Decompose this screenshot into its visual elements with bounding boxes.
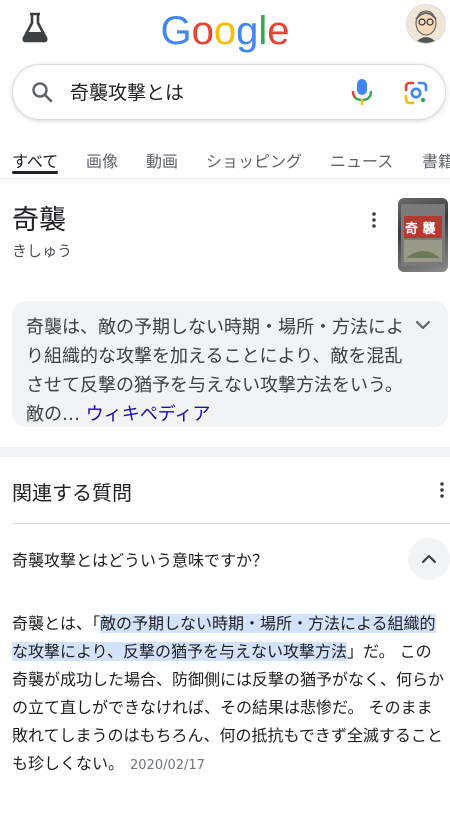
knowledge-image[interactable]: 奇 襲: [398, 198, 448, 272]
answer-suffix: 」だ。 この奇襲が成功した場合、防御側には反撃の猶予がなく、何らかの立て直しがで…: [12, 642, 445, 773]
description-body: 奇襲は、敵の予期しない時期・場所・方法により組織的な攻撃を加えることにより、敵を…: [26, 317, 404, 425]
description-text: 奇襲は、敵の予期しない時期・場所・方法により組織的な攻撃を加えることにより、敵を…: [26, 313, 412, 429]
more-options-icon[interactable]: [432, 480, 450, 500]
more-options-icon[interactable]: [364, 210, 384, 230]
logo-letter: o: [191, 9, 214, 53]
section-separator: [0, 447, 450, 457]
tab-news[interactable]: ニュース: [330, 148, 393, 172]
question-text[interactable]: 奇襲攻撃とはどういう意味ですか？: [12, 547, 268, 571]
google-logo: Google: [0, 8, 450, 54]
logo-letter: o: [213, 9, 237, 53]
tab-shopping[interactable]: ショッピング: [206, 148, 302, 172]
logo-letter: g: [236, 9, 259, 53]
logo-letter: e: [267, 9, 290, 53]
answer-date: 2020/02/17: [130, 758, 205, 773]
avatar[interactable]: [406, 4, 446, 44]
answer-text: 奇襲とは、「敵の予期しない時期・場所・方法による組織的な攻撃により、反撃の猶予を…: [12, 610, 444, 780]
tab-videos[interactable]: 動画: [146, 148, 178, 172]
active-tab-indicator: [12, 171, 58, 174]
tab-books[interactable]: 書籍: [422, 148, 450, 172]
answer-prefix: 奇襲とは、「: [12, 614, 101, 633]
search-icon[interactable]: [30, 80, 54, 104]
tab-images[interactable]: 画像: [86, 148, 118, 172]
search-tabs: すべて 画像 動画 ショッピング ニュース 書籍: [0, 140, 450, 178]
chevron-down-icon[interactable]: [412, 314, 434, 336]
collapse-button[interactable]: [408, 538, 450, 580]
knowledge-reading: きしゅう: [12, 242, 73, 260]
logo-letter: G: [160, 9, 192, 53]
logo-letter: l: [258, 9, 268, 53]
wikipedia-link[interactable]: ウィキペディア: [86, 404, 211, 425]
microphone-icon[interactable]: [350, 77, 374, 107]
knowledge-image-caption: 奇 襲: [405, 222, 436, 237]
chevron-up-icon: [421, 554, 437, 564]
divider: [12, 523, 450, 524]
divider: [0, 178, 450, 179]
search-input[interactable]: [70, 74, 330, 108]
tab-all[interactable]: すべて: [12, 148, 58, 172]
knowledge-title: 奇襲: [12, 205, 66, 236]
related-questions-title: 関連する質問: [12, 481, 132, 505]
google-lens-icon[interactable]: [402, 79, 430, 107]
